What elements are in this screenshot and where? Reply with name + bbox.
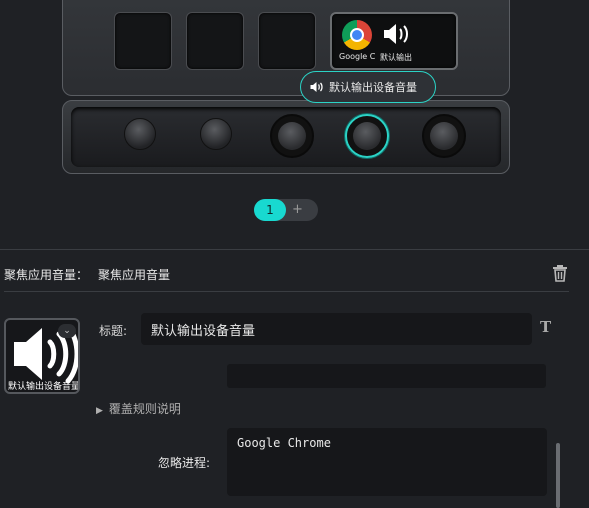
app-window: Google C 默认输出 默认输出设备音量 1 + 聚焦应用音量： 聚焦应用音量 (0, 0, 589, 508)
knob-5[interactable] (422, 114, 466, 158)
expand-triangle-icon: ▶ (96, 406, 103, 416)
override-rules-label: 覆盖规则说明 (108, 402, 181, 416)
preview-caption: 默认输出设备音量 (7, 382, 80, 392)
add-page-button[interactable]: + (292, 202, 303, 217)
divider (0, 249, 589, 250)
knob-4-selected[interactable] (345, 114, 389, 158)
trash-icon[interactable] (552, 264, 568, 282)
title-input[interactable] (141, 313, 532, 345)
chrome-icon (342, 20, 372, 50)
speaker-icon (384, 24, 408, 44)
section-divider (4, 291, 569, 292)
ignore-process-label: 忽略进程: (158, 456, 211, 470)
page-switcher: 1 + (254, 199, 318, 221)
device-key-3[interactable] (258, 12, 316, 70)
knob-2[interactable] (200, 118, 232, 150)
knob-1[interactable] (124, 118, 156, 150)
override-rules-toggle[interactable]: ▶ 覆盖规则说明 (96, 400, 181, 417)
icon-preview[interactable]: ⌄ 默认输出设备音量 (4, 318, 80, 394)
speaker-icon (310, 82, 323, 92)
tooltip-text: 默认输出设备音量 (329, 81, 417, 94)
knob-3[interactable] (270, 114, 314, 158)
page-1-button[interactable]: 1 (254, 199, 286, 221)
chevron-down-icon[interactable]: ⌄ (58, 324, 76, 338)
title-label: 标题: (99, 324, 128, 338)
device-key-2[interactable] (186, 12, 244, 70)
section-header: 聚焦应用音量： 聚焦应用音量 (4, 266, 170, 283)
text-style-icon[interactable]: T (540, 318, 551, 336)
key-label-output: 默认输出 (380, 53, 412, 62)
scrollbar[interactable] (556, 443, 560, 508)
secondary-input[interactable] (227, 364, 546, 388)
device-key-1[interactable] (114, 12, 172, 70)
ignore-process-input[interactable]: Google Chrome (227, 428, 547, 496)
section-heading: 聚焦应用音量： (4, 268, 89, 282)
section-value: 聚焦应用音量 (98, 268, 171, 282)
device-key-4[interactable]: Google C 默认输出 (330, 12, 458, 70)
knob-tooltip: 默认输出设备音量 (300, 71, 436, 103)
key-label-app: Google C (339, 52, 376, 61)
